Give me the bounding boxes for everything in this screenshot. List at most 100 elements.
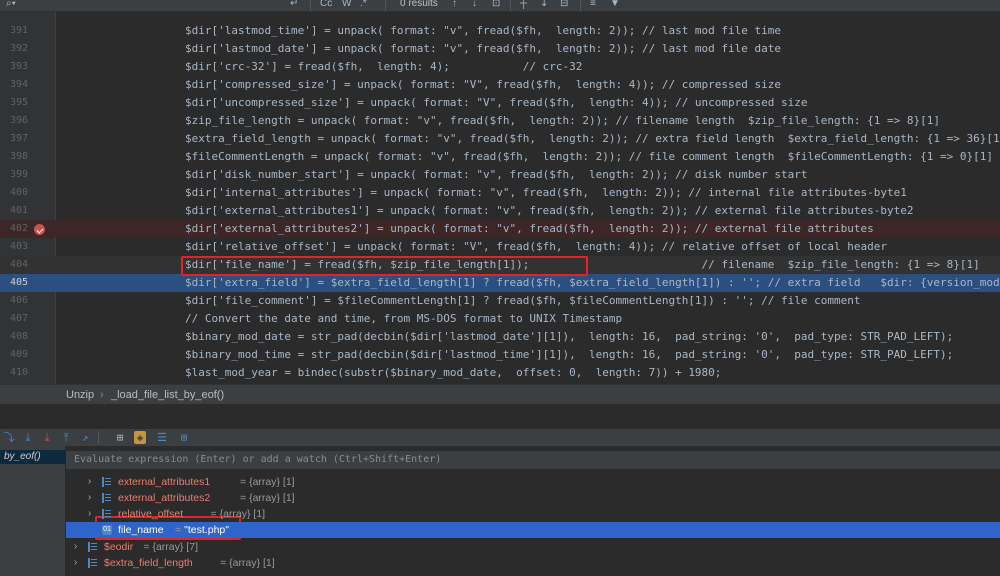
expand-chevron-icon[interactable]: ›: [88, 490, 91, 506]
panel-gap: [0, 404, 1000, 428]
code-line[interactable]: 407 // Convert the date and time, from MS…: [0, 310, 1000, 328]
code-text: $dir['uncompressed_size'] = unpack( form…: [185, 96, 808, 109]
variable-value-group: = {array} [7]: [143, 539, 198, 555]
line-number: 398: [9, 151, 28, 162]
equals-sign: =: [240, 492, 250, 504]
line-number: 403: [9, 241, 28, 252]
code-text: $binary_mod_time = str_pad(decbin($dir['…: [185, 348, 954, 361]
frames-panel: by_eof(): [0, 446, 66, 576]
divider: [98, 431, 110, 444]
code-text: $dir['file_comment'] = $fileCommentLengt…: [185, 294, 861, 307]
next-occurrence-icon[interactable]: ↓: [472, 0, 477, 9]
line-number: 405: [9, 277, 28, 288]
line-number: 391: [9, 25, 28, 36]
code-line[interactable]: 405 $dir['extra_field'] = $extra_field_le…: [0, 274, 1000, 292]
line-number: 393: [9, 61, 28, 72]
code-line[interactable]: 395 $dir['uncompressed_size'] = unpack( f…: [0, 94, 1000, 112]
code-line[interactable]: 397 $extra_field_length = unpack( format:…: [0, 130, 1000, 148]
add-selection-icon[interactable]: ┼: [520, 0, 527, 9]
step-over-icon[interactable]: ⤓: [22, 431, 34, 444]
newline-icon[interactable]: ↵: [290, 0, 298, 9]
step-into-icon[interactable]: ⤓: [41, 431, 53, 444]
expand-chevron-icon[interactable]: ›: [88, 506, 91, 522]
expand-chevron-icon[interactable]: ›: [74, 539, 77, 555]
variable-row[interactable]: › $extra_field_length = {array} [1]: [66, 555, 1000, 571]
variable-name: external_attributes1: [118, 476, 211, 488]
prev-occurrence-icon[interactable]: ↑: [452, 0, 457, 9]
add-watch-icon[interactable]: ⊞: [178, 431, 190, 444]
code-line[interactable]: 403 $dir['relative_offset'] = unpack( for…: [0, 238, 1000, 256]
array-var-icon: [88, 558, 98, 568]
code-text: $dir['extra_field'] = $extra_field_lengt…: [185, 276, 1000, 289]
array-var-icon: [102, 477, 112, 487]
code-line[interactable]: 392 $dir['lastmod_date'] = unpack( format…: [0, 40, 1000, 58]
array-var-icon: [102, 493, 112, 503]
variable-value: "test.php": [184, 524, 229, 536]
equals-sign: =: [210, 508, 220, 520]
code-line[interactable]: 394 $dir['compressed_size'] = unpack( for…: [0, 76, 1000, 94]
evaluate-expression-icon[interactable]: ⊞: [114, 431, 126, 444]
variable-row[interactable]: 01 file_name = "test.php": [66, 522, 1000, 538]
variable-name: relative_offset: [118, 508, 184, 520]
code-line[interactable]: 391 $dir['lastmod_time'] = unpack( format…: [0, 22, 1000, 40]
code-line[interactable]: 396 $zip_file_length = unpack( format: "v…: [0, 112, 1000, 130]
array-var-icon: [102, 509, 112, 519]
breadcrumb: Unzip › _load_file_list_by_eof(): [0, 384, 1000, 404]
variable-value-group: = {array} [1]: [211, 506, 266, 522]
breadcrumb-class[interactable]: Unzip: [66, 385, 94, 405]
line-number: 396: [9, 115, 28, 126]
evaluate-expression-input[interactable]: Evaluate expression (Enter) or add a wat…: [66, 451, 1000, 469]
line-number: 400: [9, 187, 28, 198]
variable-name: $extra_field_length: [104, 557, 193, 569]
filter-icon[interactable]: ▼: [610, 0, 620, 9]
variable-row[interactable]: › external_attributes2 = {array} [1]: [66, 490, 1000, 506]
expand-chevron-icon[interactable]: ›: [74, 555, 77, 571]
code-text: $zip_file_length = unpack( format: "v", …: [185, 114, 940, 127]
code-line[interactable]: 401 $dir['external_attributes1'] = unpack…: [0, 202, 1000, 220]
select-all-occurrences-icon[interactable]: ⊟: [560, 0, 568, 9]
code-line[interactable]: 399 $dir['disk_number_start'] = unpack( f…: [0, 166, 1000, 184]
variable-row[interactable]: › $eodir = {array} [7]: [66, 539, 1000, 555]
breadcrumb-method[interactable]: _load_file_list_by_eof(): [111, 385, 224, 405]
code-line[interactable]: 402 $dir['external_attributes2'] = unpack…: [0, 220, 1000, 238]
code-line[interactable]: 398 $fileCommentLength = unpack( format: …: [0, 148, 1000, 166]
line-number: 399: [9, 169, 28, 180]
code-line[interactable]: 406 $dir['file_comment'] = $fileCommentLe…: [0, 292, 1000, 310]
frame-item[interactable]: by_eof(): [0, 450, 66, 464]
words-toggle[interactable]: W: [342, 0, 351, 9]
search-icon[interactable]: ⌕▾: [6, 0, 16, 9]
expand-chevron-icon[interactable]: ›: [88, 474, 91, 490]
line-number: 402: [9, 223, 28, 234]
code-line[interactable]: 393 $dir['crc-32'] = fread($fh, length: 4…: [0, 58, 1000, 76]
watch-icon[interactable]: ◈: [134, 431, 146, 444]
code-line[interactable]: 408 $binary_mod_date = str_pad(decbin($di…: [0, 328, 1000, 346]
equals-sign: =: [240, 476, 250, 488]
string-var-icon: 01: [102, 525, 112, 535]
line-number: 401: [9, 205, 28, 216]
line-number: 410: [9, 367, 28, 378]
variable-row[interactable]: › relative_offset = {array} [1]: [66, 506, 1000, 522]
filter-options-icon[interactable]: ≡: [590, 0, 596, 9]
line-number: 409: [9, 349, 28, 360]
variable-value-group: = {array} [1]: [240, 490, 295, 506]
regex-toggle[interactable]: .*: [360, 0, 367, 9]
code-line[interactable]: 400 $dir['internal_attributes'] = unpack(…: [0, 184, 1000, 202]
variable-value: {array} [1]: [219, 508, 266, 520]
code-line[interactable]: 409 $binary_mod_time = str_pad(decbin($di…: [0, 346, 1000, 364]
divider: [310, 0, 311, 11]
list-icon[interactable]: ☰: [156, 431, 168, 444]
remove-selection-icon[interactable]: ↧: [540, 0, 548, 9]
variable-row[interactable]: › external_attributes1 = {array} [1]: [66, 474, 1000, 490]
code-text: $dir['internal_attributes'] = unpack( fo…: [185, 186, 907, 199]
show-execution-point-icon[interactable]: ⤵: [3, 431, 15, 444]
code-editor[interactable]: 391 $dir['lastmod_time'] = unpack( format…: [0, 12, 1000, 384]
select-all-icon[interactable]: ⊡: [492, 0, 500, 9]
variable-name: $eodir: [104, 541, 134, 553]
force-step-into-icon[interactable]: ⤒: [60, 431, 72, 444]
code-text: $dir['compressed_size'] = unpack( format…: [185, 78, 782, 91]
match-case-toggle[interactable]: Cc: [320, 0, 332, 9]
breakpoint-icon[interactable]: [34, 224, 45, 235]
step-out-icon[interactable]: ↗: [79, 431, 91, 444]
code-line[interactable]: 410 $last_mod_year = bindec(substr($binar…: [0, 364, 1000, 382]
variable-value-group: = {array} [1]: [240, 474, 295, 490]
